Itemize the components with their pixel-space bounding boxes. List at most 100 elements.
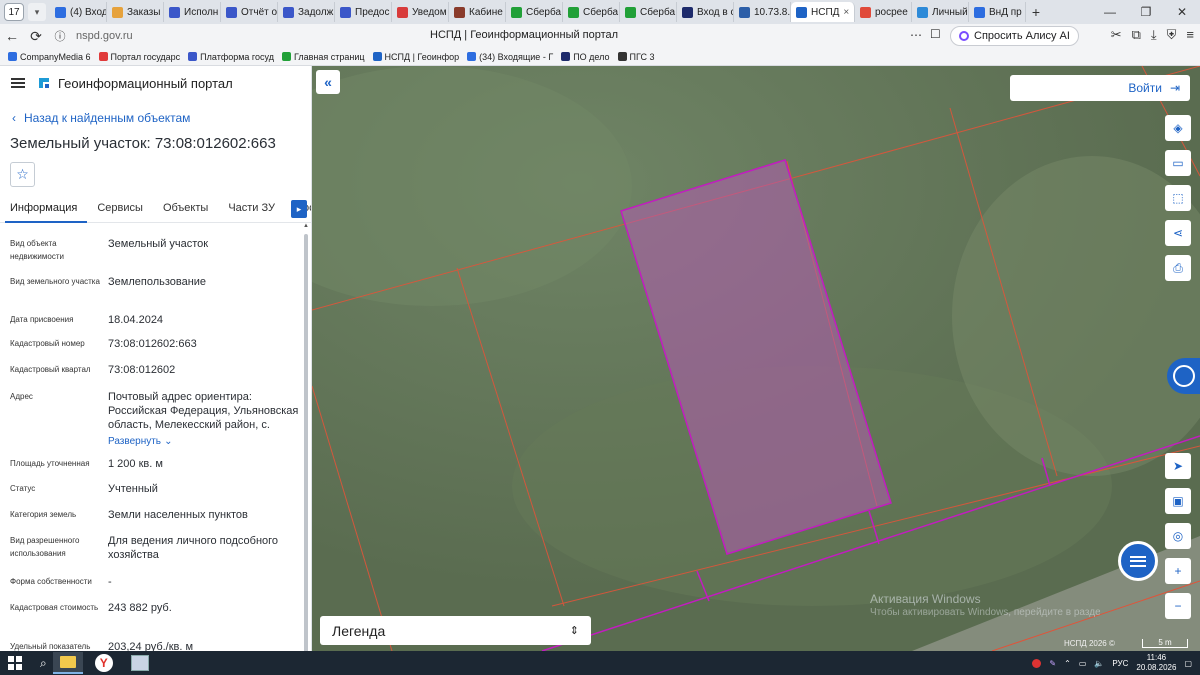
close-tab-icon[interactable]: × [843, 7, 849, 18]
puzzle-icon[interactable]: ⧉ [1132, 27, 1141, 43]
pen-icon[interactable]: ✎ [1049, 659, 1056, 668]
tab-label: НСПД [811, 6, 840, 18]
zoom-out-button[interactable]: − [1165, 593, 1191, 619]
chevron-left-icon: ‹ [12, 111, 16, 125]
browser-tab[interactable]: 10.73.8. [734, 2, 791, 22]
browser-tab[interactable]: Сберба [506, 2, 563, 22]
bookmark-item[interactable]: НСПД | Геоинфор [372, 51, 460, 62]
minimize-icon[interactable]: — [1092, 5, 1128, 19]
more-icon[interactable]: ⋯ [910, 28, 922, 42]
expand-address-link[interactable]: Развернуть ⌄ [108, 434, 300, 449]
window-controls: — ❐ ✕ [1092, 0, 1200, 24]
app-icon[interactable] [125, 652, 155, 674]
zoom-in-button[interactable]: + [1165, 558, 1191, 584]
print-icon[interactable]: ⎙ [1165, 255, 1191, 281]
clock[interactable]: 11:46 20.08.2026 [1136, 653, 1176, 673]
volume-icon[interactable]: 🔈 [1094, 659, 1104, 668]
tab-counter[interactable]: 17 [4, 3, 24, 21]
nspd-logo-icon [39, 78, 49, 88]
browser-tab[interactable]: Кабине [449, 2, 506, 22]
layers-icon[interactable]: ◈ [1165, 115, 1191, 141]
tab-favicon-icon [340, 6, 351, 18]
tray-chevron-icon[interactable]: ⌃ [1064, 659, 1071, 668]
browser-tab[interactable]: Исполн [164, 2, 221, 22]
tab-list-icon[interactable]: ▾ [28, 3, 46, 21]
bookmark-item[interactable]: ПГС 3 [617, 52, 654, 62]
tab-objects[interactable]: Объекты [153, 197, 218, 223]
info-tabs: Информация Сервисы Объекты Части ЗУ Сост… [0, 197, 311, 223]
file-explorer-icon[interactable] [52, 652, 83, 674]
extensions-icon[interactable]: ✂ [1111, 27, 1122, 43]
bookmark-item[interactable]: Платформа госуд [188, 52, 274, 62]
favorite-star-button[interactable]: ☆ [10, 162, 35, 187]
new-tab-button[interactable]: + [1026, 4, 1046, 20]
browser-tab[interactable]: (4) Вход [50, 2, 107, 22]
bookmark-item[interactable]: Портал государс [98, 52, 180, 62]
ruler-icon[interactable]: ▭ [1165, 150, 1191, 176]
browser-tab[interactable]: Сберба [620, 2, 677, 22]
clock-time: 11:46 [1146, 653, 1167, 662]
collapse-panel-button[interactable]: « [316, 70, 340, 94]
antivirus-icon[interactable] [1032, 658, 1042, 668]
close-icon[interactable]: ✕ [1164, 5, 1200, 19]
chevron-down-icon: ⌄ [164, 436, 173, 447]
chat-button[interactable] [1118, 541, 1158, 581]
browser-tab[interactable]: Предос [335, 2, 392, 22]
bookmark-item[interactable]: ПО дело [561, 52, 610, 62]
menu-burger-icon[interactable] [11, 78, 25, 88]
browser-tab[interactable]: Уведом [392, 2, 449, 22]
side-panel-tab[interactable] [1167, 358, 1200, 394]
bookmark-item[interactable]: CompanyMedia 6 [8, 52, 91, 62]
ask-alisa-button[interactable]: Спросить Алису AI [950, 26, 1079, 46]
maximize-icon[interactable]: ❐ [1128, 5, 1164, 19]
basemap-icon[interactable]: ▣ [1165, 488, 1191, 514]
bookmark-label: НСПД | Геоинфор [384, 51, 460, 62]
browser-tab[interactable]: Задолж [278, 2, 335, 22]
site-info-icon[interactable]: ⓘ [48, 28, 72, 44]
bookmark-item[interactable]: (34) Входящие - Г [467, 52, 553, 62]
search-icon[interactable]: ⌕ [40, 656, 47, 671]
back-to-results-link[interactable]: ‹ Назад к найденным объектам [12, 111, 190, 125]
tabs-next-arrow-icon[interactable]: ▸ [291, 200, 307, 218]
tab-parts[interactable]: Части ЗУ [218, 197, 285, 223]
tab-label: ВнД пр [989, 6, 1022, 18]
property-value: Землепользование [108, 276, 207, 288]
scroll-up-icon[interactable]: ▲ [303, 223, 309, 229]
browser-tab[interactable]: Заказы [107, 2, 164, 22]
panel-scrollbar[interactable] [304, 234, 308, 651]
share-icon[interactable]: ⋖ [1165, 220, 1191, 246]
browser-tab[interactable]: ВнД пр [969, 2, 1026, 22]
notifications-icon[interactable]: ▢ [1184, 659, 1192, 668]
url-text[interactable]: nspd.gov.ru [76, 30, 133, 42]
tab-information[interactable]: Информация [5, 197, 88, 223]
language-indicator[interactable]: РУС [1112, 659, 1128, 668]
yandex-browser-icon[interactable]: Y [89, 652, 119, 674]
browser-tab[interactable]: Вход в с [677, 2, 734, 22]
network-icon[interactable]: ▭ [1079, 659, 1087, 668]
reload-icon[interactable]: ⟳ [24, 28, 48, 45]
geolocation-icon[interactable]: ◎ [1165, 523, 1191, 549]
browser-tab[interactable]: росрее [855, 2, 912, 22]
browser-tab[interactable]: Личный [912, 2, 969, 22]
menu-icon[interactable]: ≡ [1186, 27, 1194, 43]
bookmark-item[interactable]: Главная страниц [281, 52, 365, 62]
windows-start-icon[interactable] [8, 656, 22, 670]
browser-tab[interactable]: Отчёт о [221, 2, 278, 22]
legend-dropdown[interactable]: Легенда ⇕ [320, 616, 591, 645]
browser-tab[interactable]: Сберба [563, 2, 620, 22]
locate-icon[interactable]: ➤ [1165, 453, 1191, 479]
browser-tab[interactable]: НСПД × [791, 2, 855, 22]
tab-label: Сберба [583, 6, 619, 18]
downloads-icon[interactable]: ⤓ [1151, 27, 1157, 43]
bookmark-icon[interactable]: ☐ [930, 27, 941, 41]
back-icon[interactable]: ← [0, 28, 24, 44]
bookmark-label: (34) Входящие - Г [479, 51, 554, 62]
select-area-icon[interactable]: ⬚ [1165, 185, 1191, 211]
map-view[interactable]: « Войти ⇥ ◈ ▭ ⬚ ⋖ ⎙ ➤ ▣ ◎ + − Легенда ⇕ … [312, 66, 1200, 651]
tab-services[interactable]: Сервисы [87, 197, 153, 223]
login-icon: ⇥ [1169, 81, 1180, 95]
shield-icon[interactable]: ⛨ [1167, 27, 1177, 43]
tab-favicon-icon [568, 6, 579, 18]
login-button[interactable]: Войти ⇥ [1010, 75, 1190, 101]
chat-icon [1130, 555, 1146, 567]
